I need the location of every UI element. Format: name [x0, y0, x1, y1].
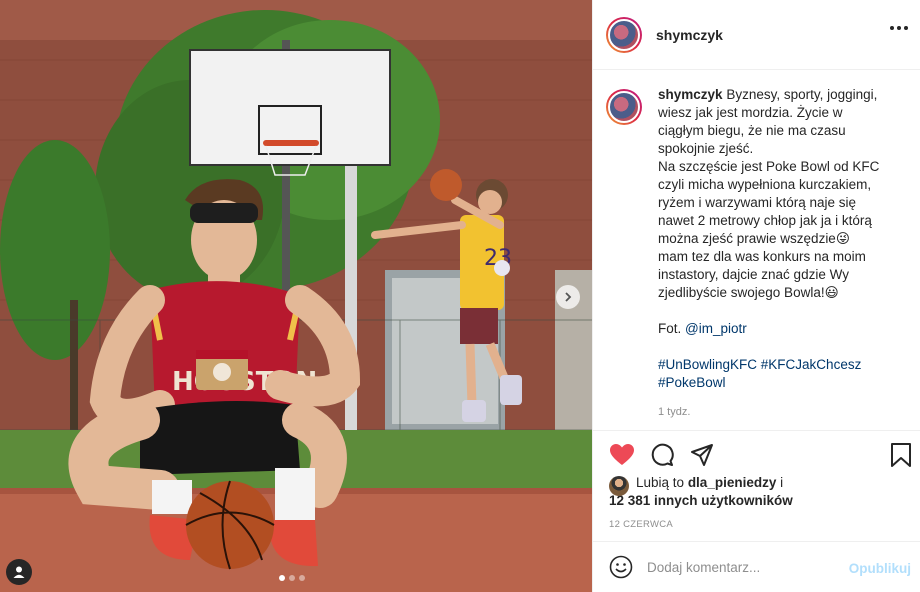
caption-line: wiesz jak jest mordzia. Życie w: [658, 105, 843, 120]
publish-button[interactable]: Opublikuj: [849, 561, 911, 576]
post-date: 12 CZERWCA: [609, 519, 674, 530]
liker-avatar[interactable]: [609, 476, 629, 496]
post-time-ago[interactable]: 1 tydz.: [658, 406, 908, 418]
post-header: shymczyk: [593, 0, 920, 70]
likes-summary: Lubią to dla_pieniedzy i 12 381 innych u…: [609, 474, 909, 510]
photo-image: 23 HOUSTON: [0, 0, 592, 592]
caption-line: nawet 2 metrowy chłop jak ja i którą: [658, 213, 872, 228]
caption-line: zjedlibyście swojego Bowla!😃: [658, 285, 839, 300]
hashtags-line[interactable]: #UnBowlingKFC #KFCJakChcesz: [658, 356, 898, 374]
more-options-icon[interactable]: [890, 26, 908, 30]
caption-line: Na szczęście jest Poke Bowl od KFC: [658, 159, 880, 174]
caption-line: Byznesy, sporty, joggingi,: [726, 87, 878, 102]
header-username[interactable]: shymczyk: [656, 27, 723, 43]
photo-credit-label: Fot.: [658, 321, 682, 336]
user-tag-button[interactable]: [6, 559, 32, 585]
comment-bar: Opublikuj: [593, 541, 920, 592]
caption-line: mam tez dla was konkurs na moim: [658, 249, 866, 264]
post-photo[interactable]: 23 HOUSTON: [0, 0, 592, 592]
likes-prefix: Lubią to: [636, 475, 685, 490]
caption-avatar[interactable]: [606, 89, 642, 125]
caption-section: shymczyk Byznesy, sporty, joggingi, wies…: [593, 70, 920, 430]
heart-icon[interactable]: [609, 443, 635, 467]
comment-icon[interactable]: [650, 443, 674, 467]
caption-line: spokojnie zjeść.: [658, 141, 754, 156]
carousel-dot: [289, 575, 295, 581]
caption-line: czyli micha wypełniona kurczakiem,: [658, 177, 872, 192]
comment-input[interactable]: [647, 559, 837, 575]
post-dialog: 23 HOUSTON: [0, 0, 920, 592]
caption-line: instastory, dajcie znać gdzie Wy: [658, 267, 849, 282]
caption-text: shymczyk Byznesy, sporty, joggingi, wies…: [658, 86, 898, 392]
carousel-dot: [299, 575, 305, 581]
likes-connector: i: [780, 475, 784, 490]
next-arrow-icon: [565, 292, 572, 302]
caption-line: ryżem i warzywami którą naje się: [658, 195, 857, 210]
action-bar: [593, 430, 920, 478]
carousel-next-button[interactable]: [556, 285, 580, 309]
caption-line: ciągłym biegu, że nie ma czasu: [658, 123, 846, 138]
share-icon[interactable]: [690, 443, 714, 467]
hashtags-line[interactable]: #PokeBowl: [658, 374, 898, 392]
bookmark-icon[interactable]: [890, 443, 912, 467]
likes-count[interactable]: 12 381 innych użytkowników: [609, 492, 909, 510]
post-side-panel: shymczyk shymczyk Byznesy, sporty, joggi…: [592, 0, 920, 592]
liker-username[interactable]: dla_pieniedzy: [688, 475, 777, 490]
avatar[interactable]: [606, 16, 642, 53]
caption-line: można zjeść prawie wszędzie😜: [658, 231, 850, 246]
caption-username[interactable]: shymczyk: [658, 87, 723, 102]
user-tag-icon: [13, 566, 25, 578]
carousel-dot: [279, 575, 285, 581]
emoji-icon[interactable]: [609, 555, 633, 579]
carousel-indicator: [279, 575, 305, 581]
photo-credit-mention[interactable]: @im_piotr: [685, 321, 747, 336]
